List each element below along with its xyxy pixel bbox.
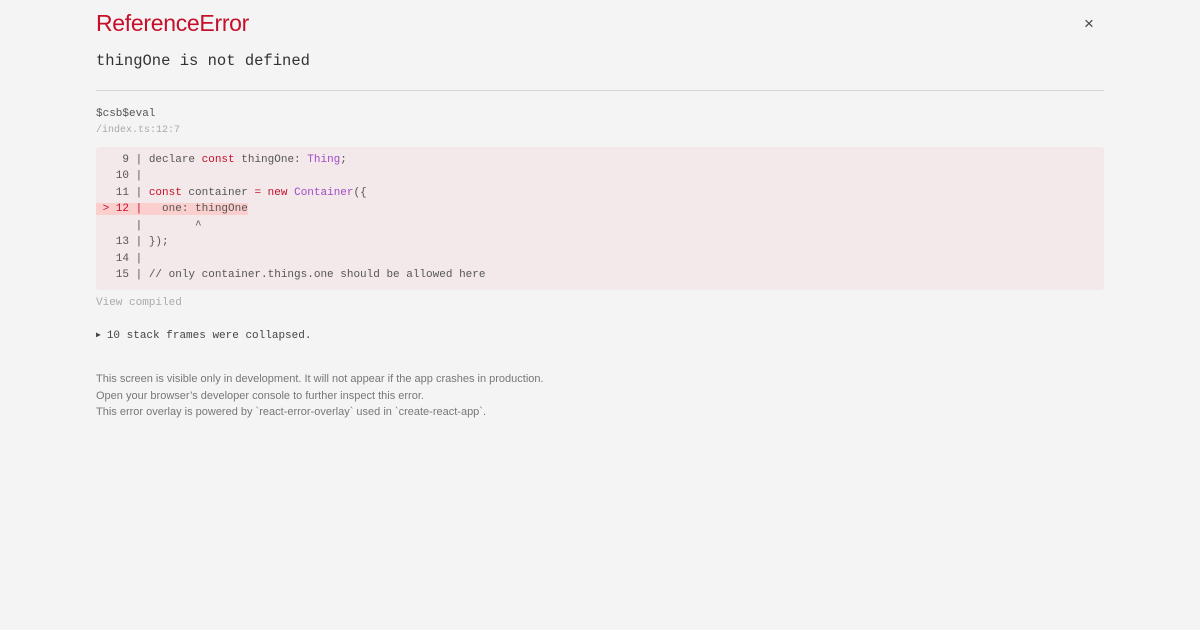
- code-text: 15 | // only container.things.one should…: [96, 269, 486, 281]
- stack-frames-toggle[interactable]: ▶ 10 stack frames were collapsed.: [96, 330, 311, 342]
- triangle-right-icon: ▶: [96, 331, 101, 340]
- code-token: ;: [340, 154, 347, 166]
- code-token: const: [148, 187, 182, 199]
- view-compiled-link[interactable]: View compiled: [96, 297, 182, 309]
- code-line: 14 |: [96, 251, 149, 267]
- close-icon[interactable]: ×: [1080, 14, 1098, 34]
- code-token: // only container.things.one should be a…: [148, 269, 486, 281]
- code-token: Thing: [307, 154, 341, 166]
- code-line: 9 | declare const thingOne: Thing;: [96, 152, 347, 168]
- code-text: 10 |: [96, 170, 149, 182]
- footer-notes: This screen is visible only in developme…: [96, 371, 544, 421]
- stack-frames-label: 10 stack frames were collapsed.: [106, 330, 312, 342]
- code-snippet: 9 | declare const thingOne: Thing; 10 | …: [96, 147, 1104, 290]
- code-token: ^: [148, 220, 202, 232]
- code-text: 11 | const container = new Container({: [96, 187, 367, 199]
- stack-frame-function: $csb$eval: [96, 108, 156, 120]
- code-text: 9 | declare const thingOne: Thing;: [96, 154, 347, 166]
- code-token: ({: [353, 187, 367, 199]
- line-number: 14 |: [96, 253, 149, 265]
- code-line: > 12 | one: thingOne: [96, 201, 248, 217]
- code-line: 10 |: [96, 168, 149, 184]
- code-token: one: thingOne: [148, 203, 248, 215]
- line-number: |: [96, 220, 149, 232]
- code-line: 15 | // only container.things.one should…: [96, 267, 486, 283]
- line-number: 11 |: [96, 187, 149, 199]
- highlighted-code: > 12 | one: thingOne: [96, 203, 248, 215]
- line-number: 10 |: [96, 170, 149, 182]
- code-token: });: [148, 236, 169, 248]
- stack-frame-location[interactable]: /index.ts:12:7: [96, 125, 180, 136]
- code-text: 14 |: [96, 253, 149, 265]
- code-token: new: [267, 187, 288, 199]
- code-text: 13 | });: [96, 236, 169, 248]
- line-number: 13 |: [96, 236, 149, 248]
- code-token: declare: [148, 154, 202, 166]
- divider: [96, 90, 1104, 91]
- code-token: Container: [294, 187, 354, 199]
- footer-line-1: This screen is visible only in developme…: [96, 373, 544, 385]
- error-title: ReferenceError: [96, 10, 250, 36]
- line-number: > 12 |: [96, 203, 149, 215]
- line-number: 15 |: [96, 269, 149, 281]
- code-line: 13 | });: [96, 234, 169, 250]
- line-number: 9 |: [96, 154, 149, 166]
- code-line: 11 | const container = new Container({: [96, 185, 367, 201]
- code-token: container: [181, 187, 255, 199]
- footer-line-2: Open your browser’s developer console to…: [96, 389, 424, 402]
- code-line: | ^: [96, 218, 202, 234]
- code-token: const: [201, 154, 235, 166]
- code-text: | ^: [96, 220, 202, 232]
- error-message: thingOne is not defined: [96, 52, 310, 70]
- footer-line-3: This error overlay is powered by `react-…: [96, 406, 487, 418]
- code-token: thingOne:: [234, 154, 308, 166]
